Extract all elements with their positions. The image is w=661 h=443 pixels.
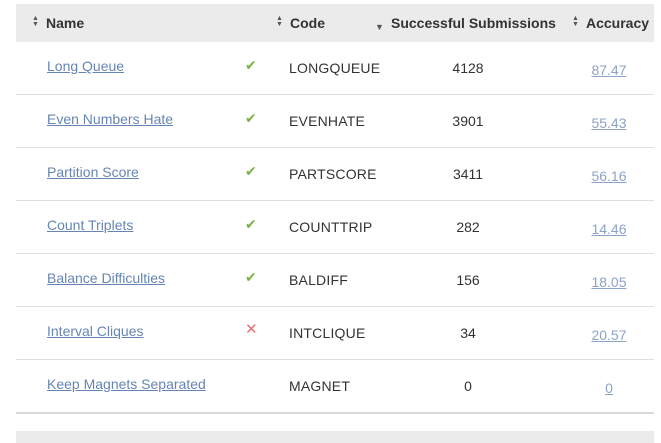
accuracy-link[interactable]: 0 [576,362,642,414]
table-footer-bar [16,431,654,443]
cross-icon: ✕ [245,321,258,338]
problem-code: LONGQUEUE [289,60,381,76]
successful-submissions-count: 3901 [452,113,484,129]
problem-name-link[interactable]: Count Triplets [47,199,133,251]
accuracy-link[interactable]: 55.43 [576,97,642,149]
check-icon: ✔ [245,163,257,179]
check-icon: ✔ [245,57,257,73]
problem-name-link[interactable]: Balance Difficulties [47,252,165,304]
problem-name-link[interactable]: Partition Score [47,146,139,198]
table-row: Count Triplets ✔ COUNTTRIP 282 14.46 [16,201,654,254]
successful-submissions-count: 34 [460,325,476,341]
problem-code: BALDIFF [289,272,348,288]
check-icon: ✔ [245,269,257,285]
code-column-header[interactable]: Code [290,4,325,42]
table-row: Interval Cliques ✕ INTCLIQUE 34 20.57 [16,307,654,360]
sort-updown-icon[interactable]: ▲ ▼ [276,4,283,42]
sort-down-icon[interactable]: ▼ [375,8,384,46]
problems-table: ▲ ▼ Name ▲ ▼ Code ▼ Successful Submissions… [16,4,654,414]
successful-submissions-count: 156 [456,272,480,288]
submissions-column-header[interactable]: Successful Submissions [391,4,556,42]
problem-name-link[interactable]: Long Queue [47,40,124,92]
problem-name-link[interactable]: Even Numbers Hate [47,93,173,145]
successful-submissions-count: 0 [464,378,472,394]
successful-submissions-count: 4128 [452,60,484,76]
successful-submissions-count: 282 [456,219,480,235]
table-row: Partition Score ✔ PARTSCORE 3411 56.16 [16,148,654,201]
name-column-header[interactable]: Name [46,4,84,42]
problem-code: COUNTTRIP [289,219,373,235]
table-row: Even Numbers Hate ✔ EVENHATE 3901 55.43 [16,95,654,148]
table-header: ▲ ▼ Name ▲ ▼ Code ▼ Successful Submissions… [16,4,654,42]
problem-name-link[interactable]: Interval Cliques [47,305,144,357]
sort-updown-icon[interactable]: ▲ ▼ [32,4,39,42]
problem-code: INTCLIQUE [289,325,366,341]
problem-code: PARTSCORE [289,166,377,182]
check-icon: ✔ [245,216,257,232]
check-icon: ✔ [245,110,257,126]
problem-name-link[interactable]: Keep Magnets Separated [47,358,206,410]
accuracy-link[interactable]: 56.16 [576,150,642,202]
table-row: Long Queue ✔ LONGQUEUE 4128 87.47 [16,42,654,95]
accuracy-link[interactable]: 14.46 [576,203,642,255]
table-body: Long Queue ✔ LONGQUEUE 4128 87.47 Even Number… [16,42,654,414]
problem-code: MAGNET [289,378,351,394]
table-row: Balance Difficulties ✔ BALDIFF 156 18.05 [16,254,654,307]
table-row: Keep Magnets Separated MAGNET 0 0 [16,360,654,414]
accuracy-link[interactable]: 20.57 [576,309,642,361]
accuracy-column-header[interactable]: Accuracy [586,4,649,42]
accuracy-link[interactable]: 87.47 [576,44,642,96]
accuracy-link[interactable]: 18.05 [576,256,642,308]
problem-code: EVENHATE [289,113,366,129]
successful-submissions-count: 3411 [452,166,484,182]
sort-updown-icon[interactable]: ▲ ▼ [572,4,579,42]
